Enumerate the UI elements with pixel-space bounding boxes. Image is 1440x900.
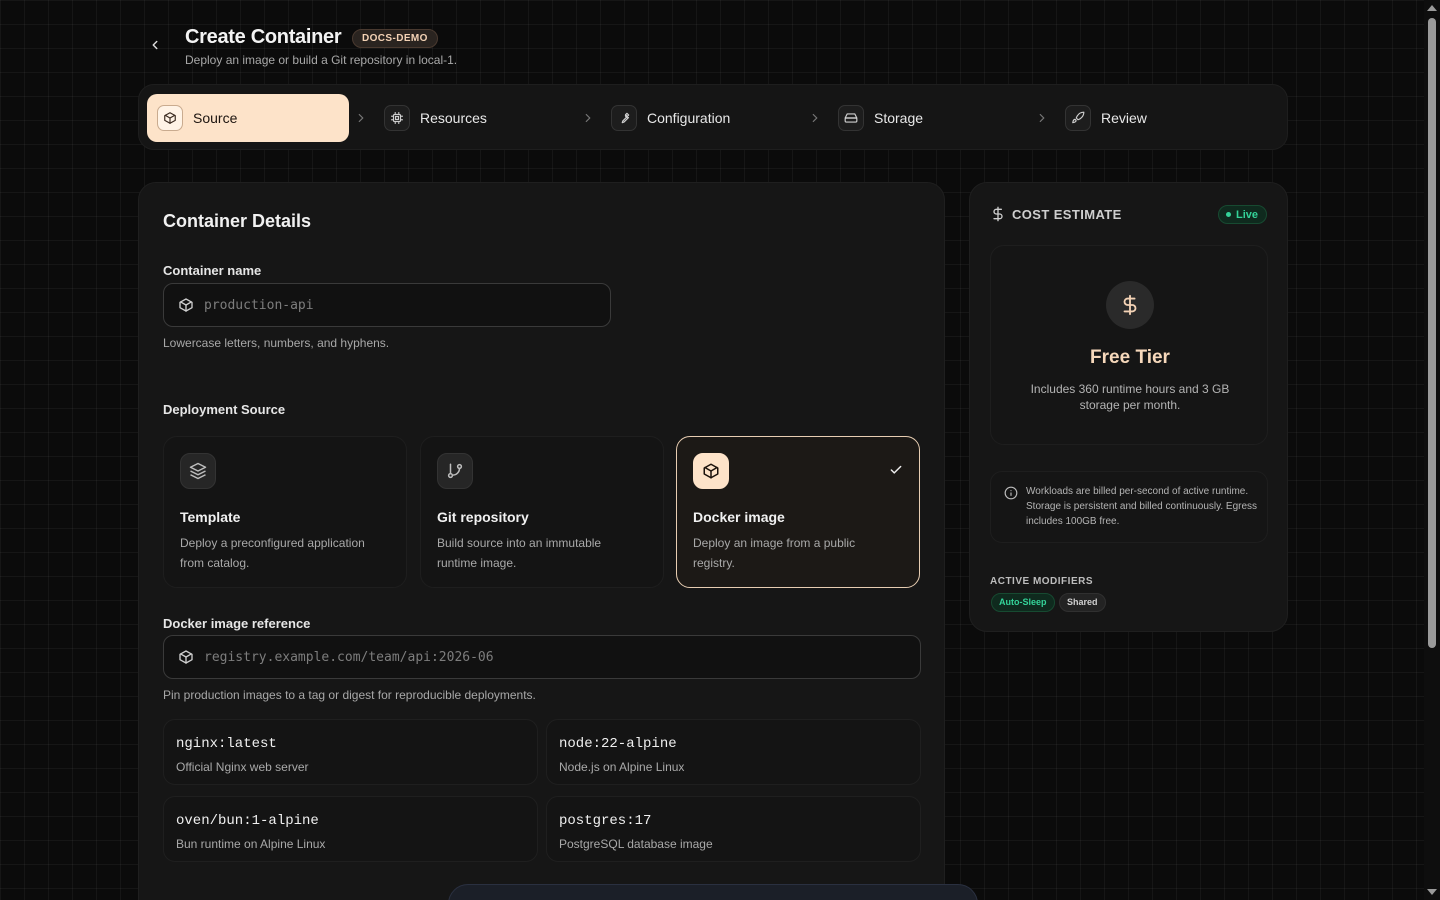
- source-card-docker-image[interactable]: Docker image Deploy an image from a publ…: [676, 436, 920, 588]
- chevron-right-icon: [358, 113, 364, 123]
- live-badge: Live: [1217, 205, 1267, 224]
- image-suggestion-desc: PostgreSQL database image: [559, 837, 713, 851]
- image-suggestion[interactable]: nginx:latest Official Nginx web server: [163, 719, 538, 785]
- source-card-title: Git repository: [437, 509, 529, 525]
- active-modifiers-title: ACTIVE MODIFIERS: [990, 576, 1094, 587]
- container-name-label: Container name: [163, 263, 262, 278]
- image-suggestion-name: oven/bun:1-alpine: [176, 813, 319, 829]
- box-icon: [178, 297, 194, 313]
- modifier-chip-shared: Shared: [1059, 593, 1106, 612]
- page-title: Create Container: [185, 26, 342, 48]
- layers-icon: [180, 453, 216, 489]
- live-label: Live: [1235, 208, 1258, 221]
- wizard-stepper: Source Resources Configuration Storage R…: [138, 84, 1288, 150]
- step-label: Review: [1101, 110, 1147, 126]
- hard-drive-icon: [838, 105, 864, 131]
- cpu-icon: [384, 105, 410, 131]
- rocket-icon: [1065, 105, 1091, 131]
- container-details-panel: Container Details Container name Lowerca…: [138, 182, 945, 900]
- page-subtitle: Deploy an image or build a Git repositor…: [185, 53, 458, 67]
- source-card-description: Deploy a preconfigured application from …: [180, 536, 365, 570]
- back-button[interactable]: [144, 34, 166, 56]
- step-storage[interactable]: Storage: [828, 94, 1030, 142]
- step-label: Resources: [420, 110, 487, 126]
- image-suggestion-desc: Official Nginx web server: [176, 760, 309, 774]
- dollar-icon: [993, 206, 1003, 222]
- dollar-icon: [1106, 281, 1154, 329]
- vertical-scrollbar[interactable]: [1424, 0, 1440, 900]
- docker-image-field[interactable]: [163, 635, 921, 679]
- container-name-input[interactable]: [204, 297, 610, 313]
- billing-note: Workloads are billed per-second of activ…: [990, 471, 1268, 543]
- source-card-title: Template: [180, 509, 241, 525]
- cost-estimate-title: COST ESTIMATE: [1012, 207, 1122, 222]
- chevron-right-icon: [585, 113, 591, 123]
- container-name-field[interactable]: [163, 283, 611, 327]
- step-label: Storage: [874, 110, 924, 126]
- step-source[interactable]: Source: [147, 94, 349, 142]
- deployment-source-label: Deployment Source: [163, 402, 286, 417]
- image-suggestion-name: postgres:17: [559, 813, 652, 829]
- tier-name: Free Tier: [1090, 347, 1170, 368]
- live-dot-icon: [1225, 212, 1231, 217]
- info-icon: [1004, 486, 1018, 500]
- step-resources[interactable]: Resources: [374, 94, 576, 142]
- image-suggestion[interactable]: postgres:17 PostgreSQL database image: [546, 796, 921, 862]
- tier-description: Includes 360 runtime hours and 3 GB stor…: [1030, 382, 1230, 412]
- scroll-down-icon[interactable]: [1427, 889, 1437, 895]
- image-suggestion-desc: Node.js on Alpine Linux: [559, 760, 685, 774]
- source-card-title: Docker image: [693, 509, 785, 525]
- step-label: Source: [193, 110, 238, 126]
- docker-image-help: Pin production images to a tag or digest…: [163, 688, 536, 702]
- step-configuration[interactable]: Configuration: [601, 94, 803, 142]
- chevron-right-icon: [812, 113, 818, 123]
- box-icon: [693, 453, 729, 489]
- docker-image-label: Docker image reference: [163, 616, 311, 631]
- box-icon: [157, 105, 183, 131]
- modifier-chip-auto-sleep: Auto-Sleep: [991, 593, 1055, 612]
- image-suggestion-name: node:22-alpine: [559, 736, 677, 752]
- image-suggestion-name: nginx:latest: [176, 736, 277, 752]
- git-branch-icon: [437, 453, 473, 489]
- docker-image-input[interactable]: [204, 649, 920, 665]
- container-name-help: Lowercase letters, numbers, and hyphens.: [163, 336, 390, 350]
- cost-estimate-panel: COST ESTIMATE Live Free Tier Includes 36…: [969, 182, 1288, 632]
- section-heading: Container Details: [163, 211, 312, 231]
- source-card-template[interactable]: Template Deploy a preconfigured applicat…: [163, 436, 407, 588]
- chevron-left-icon: [152, 40, 158, 50]
- step-review[interactable]: Review: [1055, 94, 1257, 142]
- scroll-up-icon[interactable]: [1427, 5, 1437, 11]
- project-badge: DOCS-DEMO: [352, 29, 438, 48]
- wrench-icon: [611, 105, 637, 131]
- scrollbar-thumb[interactable]: [1428, 18, 1436, 648]
- image-suggestion-desc: Bun runtime on Alpine Linux: [176, 837, 326, 851]
- image-suggestion[interactable]: node:22-alpine Node.js on Alpine Linux: [546, 719, 921, 785]
- check-icon: [890, 465, 902, 474]
- source-card-description: Deploy an image from a public registry.: [693, 536, 856, 570]
- chevron-right-icon: [1039, 113, 1045, 123]
- box-icon: [178, 649, 194, 665]
- image-suggestion[interactable]: oven/bun:1-alpine Bun runtime on Alpine …: [163, 796, 538, 862]
- tier-card: Free Tier Includes 360 runtime hours and…: [990, 245, 1268, 445]
- source-card-git-repository[interactable]: Git repository Build source into an immu…: [420, 436, 664, 588]
- source-card-description: Build source into an immutable runtime i…: [437, 536, 602, 570]
- billing-note-text: Workloads are billed per-second of activ…: [1026, 486, 1258, 527]
- step-label: Configuration: [647, 110, 731, 126]
- floating-action-bar[interactable]: [448, 884, 978, 900]
